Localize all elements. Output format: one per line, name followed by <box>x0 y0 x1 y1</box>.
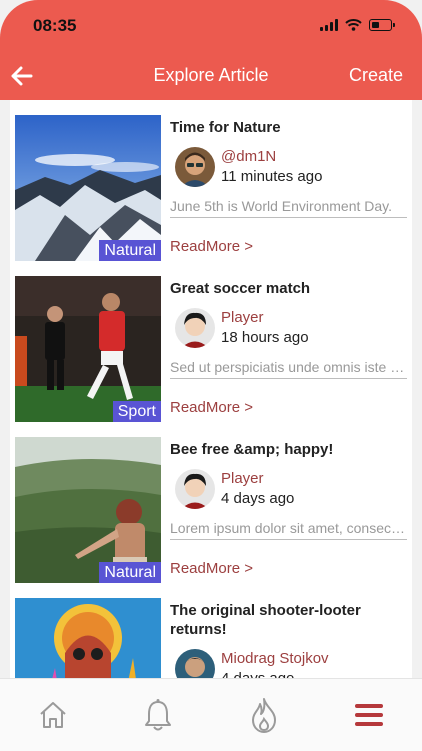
signal-icon <box>320 19 338 31</box>
article-excerpt: June 5th is World Environment Day. <box>170 198 407 218</box>
article-thumbnail[interactable]: Sport <box>15 276 161 422</box>
bottom-nav <box>0 678 422 751</box>
author-info: @dm1N 11 minutes ago <box>170 147 410 189</box>
article-thumbnail[interactable] <box>15 598 161 678</box>
article-card[interactable]: Natural Time for Nature @dm1N 11 minutes… <box>10 100 412 261</box>
article-list: Natural Time for Nature @dm1N 11 minutes… <box>0 100 422 678</box>
post-time: 11 minutes ago <box>221 168 323 185</box>
wifi-icon <box>345 19 362 31</box>
post-time: 4 days ago <box>221 670 294 678</box>
category-tag: Sport <box>112 401 161 422</box>
create-button[interactable]: Create <box>349 65 403 86</box>
status-time: 08:35 <box>33 16 77 35</box>
author-name[interactable]: @dm1N <box>221 148 276 165</box>
readmore-link[interactable]: ReadMore > <box>170 238 253 255</box>
readmore-link[interactable]: ReadMore > <box>170 399 253 416</box>
author-info: Player 18 hours ago <box>170 308 410 350</box>
post-time: 18 hours ago <box>221 329 309 346</box>
article-excerpt: Sed ut perspiciatis unde omnis iste natu… <box>170 359 407 379</box>
avatar[interactable] <box>175 649 215 678</box>
menu-icon[interactable] <box>349 695 389 735</box>
post-time: 4 days ago <box>221 490 295 507</box>
avatar[interactable] <box>175 469 215 509</box>
article-card[interactable]: Sport Great soccer match Player 18 hours… <box>10 261 412 422</box>
status-bar: 08:35 <box>0 0 422 54</box>
home-icon[interactable] <box>33 695 73 735</box>
status-icons <box>320 19 395 31</box>
readmore-link[interactable]: ReadMore > <box>170 560 253 577</box>
avatar[interactable] <box>175 147 215 187</box>
author-name[interactable]: Miodrag Stojkov <box>221 650 329 667</box>
category-tag: Natural <box>99 562 161 583</box>
author-info: Miodrag Stojkov 4 days ago <box>170 649 410 678</box>
author-name[interactable]: Player <box>221 470 264 487</box>
avatar[interactable] <box>175 308 215 348</box>
article-title[interactable]: Great soccer match <box>170 279 408 298</box>
article-title[interactable]: Time for Nature <box>170 118 408 137</box>
author-name[interactable]: Player <box>221 309 264 326</box>
header: 08:35 Explore Article Create <box>0 0 422 100</box>
author-info: Player 4 days ago <box>170 469 410 511</box>
article-excerpt: Lorem ipsum dolor sit amet, consectetur <box>170 520 407 540</box>
article-thumbnail[interactable]: Natural <box>15 115 161 261</box>
article-card[interactable]: Natural Bee free &amp; happy! Player 4 d… <box>10 422 412 583</box>
nav-bar: Explore Article Create <box>0 54 422 100</box>
article-thumbnail[interactable]: Natural <box>15 437 161 583</box>
flame-icon[interactable] <box>244 695 284 735</box>
battery-icon <box>369 19 395 31</box>
article-title[interactable]: The original shooter-looter returns! <box>170 601 408 639</box>
category-tag: Natural <box>99 240 161 261</box>
article-title[interactable]: Bee free &amp; happy! <box>170 440 408 459</box>
article-card[interactable]: The original shooter-looter returns! Mio… <box>10 583 412 678</box>
bell-icon[interactable] <box>138 695 178 735</box>
